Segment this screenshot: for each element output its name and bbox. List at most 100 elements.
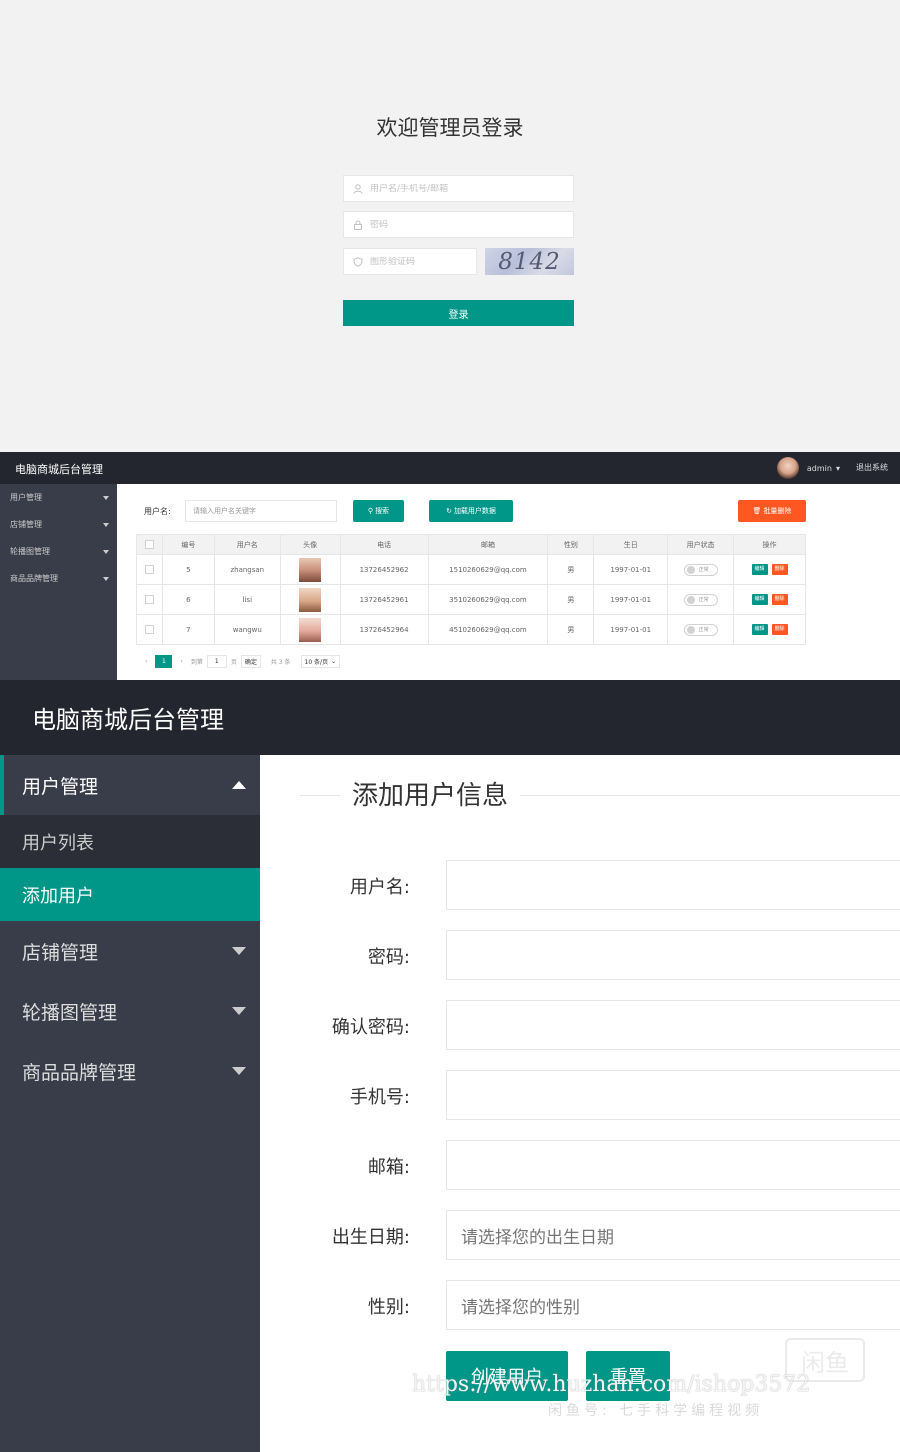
- row-select-cell[interactable]: [136, 554, 163, 585]
- gender-select[interactable]: 请选择您的性别: [446, 1280, 900, 1330]
- col-header[interactable]: 电话: [339, 534, 429, 555]
- col-header[interactable]: 性别: [547, 534, 595, 555]
- col-header[interactable]: 操作: [733, 534, 806, 555]
- table-row: 6 lisi 13726452961 3510260629@qq.com 男 1…: [136, 584, 806, 615]
- avatar: [299, 587, 322, 612]
- confirm-password-input[interactable]: [461, 1015, 881, 1035]
- username-field[interactable]: [446, 860, 900, 910]
- batch-delete-button[interactable]: 🗑 批量删除: [738, 500, 806, 522]
- sidebar-item-user-mgmt[interactable]: 用户管理: [0, 755, 260, 815]
- username-field[interactable]: [343, 175, 574, 202]
- col-header[interactable]: 头像: [279, 534, 341, 555]
- trash-icon: 🗑: [752, 507, 762, 515]
- email-field[interactable]: [446, 1140, 900, 1190]
- login-button[interactable]: 登录: [343, 300, 574, 326]
- captcha-image[interactable]: 8142: [485, 248, 574, 275]
- page-current[interactable]: 1: [155, 655, 173, 668]
- goto-input[interactable]: 1: [206, 655, 227, 668]
- row-select-cell[interactable]: [136, 584, 163, 615]
- sidebar-item-user-mgmt[interactable]: 用户管理: [0, 484, 117, 511]
- birthday-label: 出生日期:: [331, 1227, 410, 1248]
- main-content: 用户名: 请输入用户名关键字 ⚲ 搜索 ↻ 加载用户数据 🗑 批量删除 编号 用户名 …: [117, 484, 900, 680]
- col-header[interactable]: 编号: [161, 534, 215, 555]
- logout-link[interactable]: 退出系统: [856, 462, 888, 473]
- sidebar-item-add-user[interactable]: 添加用户: [0, 868, 260, 921]
- edit-button[interactable]: 编辑: [751, 594, 768, 605]
- page-size-select[interactable]: 10 条/页 ⌄: [300, 655, 341, 668]
- sidebar-item-user-list[interactable]: 用户列表: [0, 815, 260, 868]
- cell-actions: 编辑 删除: [733, 614, 806, 645]
- reload-button[interactable]: ↻ 加载用户数据: [429, 500, 513, 522]
- sidebar-item-label: 商品品牌管理: [10, 574, 58, 583]
- email-label: 邮箱:: [367, 1157, 410, 1178]
- prev-page-icon[interactable]: ‹: [145, 658, 147, 665]
- delete-button[interactable]: 删除: [771, 594, 788, 605]
- password-input[interactable]: [370, 219, 550, 230]
- username-input[interactable]: [461, 875, 881, 895]
- cell-birthday: 1997-01-01: [593, 614, 669, 645]
- chevron-down-icon: ⌄: [331, 658, 337, 665]
- birthday-picker[interactable]: 请选择您的出生日期: [446, 1210, 900, 1260]
- total-count: 共 3 条: [270, 659, 291, 666]
- phone-input[interactable]: [461, 1085, 881, 1105]
- status-toggle[interactable]: 正常: [683, 623, 718, 636]
- chevron-down-icon: [103, 576, 109, 581]
- goto-confirm-button[interactable]: 确定: [240, 655, 261, 668]
- search-input[interactable]: 请输入用户名关键字: [185, 500, 337, 522]
- col-header[interactable]: 生日: [593, 534, 669, 555]
- table-row: 7 wangwu 13726452964 4510260629@qq.com 男…: [136, 614, 806, 645]
- delete-button[interactable]: 删除: [771, 564, 788, 575]
- row-checkbox[interactable]: [144, 565, 154, 574]
- email-input[interactable]: [461, 1155, 881, 1175]
- status-text: 正常: [698, 567, 709, 573]
- search-button[interactable]: ⚲ 搜索: [353, 500, 404, 522]
- sidebar-item-shop-mgmt[interactable]: 店铺管理: [0, 511, 117, 538]
- confirm-password-field[interactable]: [446, 1000, 900, 1050]
- password-field[interactable]: [446, 930, 900, 980]
- user-icon: [352, 183, 364, 195]
- edit-button[interactable]: 编辑: [751, 624, 768, 635]
- status-text: 正常: [698, 597, 709, 603]
- next-page-icon[interactable]: ›: [180, 658, 182, 665]
- top-header: 电脑商城后台管理 admin ▾ 退出系统: [0, 452, 900, 484]
- reload-button-label: 加载用户数据: [453, 507, 496, 515]
- cell-email: 3510260629@qq.com: [427, 584, 549, 615]
- phone-field[interactable]: [446, 1070, 900, 1120]
- sidebar-item-banner-mgmt[interactable]: 轮播图管理: [0, 981, 260, 1041]
- avatar: [776, 457, 799, 479]
- cell-username: lisi: [213, 584, 281, 615]
- user-menu[interactable]: admin ▾: [776, 457, 840, 479]
- status-toggle[interactable]: 正常: [683, 593, 718, 606]
- sidebar-item-brand-mgmt[interactable]: 商品品牌管理: [0, 565, 117, 592]
- sidebar-item-brand-mgmt[interactable]: 商品品牌管理: [0, 1041, 260, 1101]
- delete-button[interactable]: 删除: [771, 624, 788, 635]
- password-input[interactable]: [461, 945, 881, 965]
- chevron-down-icon: ▾: [835, 463, 840, 473]
- cell-gender: 男: [547, 614, 595, 645]
- row-select-cell[interactable]: [136, 614, 163, 645]
- row-checkbox[interactable]: [144, 595, 154, 604]
- user-table: 编号 用户名 头像 电话 邮箱 性别 生日 用户状态 操作 5 zhangsan…: [136, 534, 806, 645]
- form-title: 添加用户信息: [340, 775, 521, 812]
- sidebar-item-banner-mgmt[interactable]: 轮播图管理: [0, 538, 117, 565]
- cell-gender: 男: [547, 554, 595, 585]
- col-header[interactable]: 用户名: [213, 534, 281, 555]
- select-all-checkbox[interactable]: [144, 540, 154, 549]
- username-input[interactable]: [370, 183, 550, 194]
- search-label: 用户名:: [144, 507, 171, 516]
- edit-button[interactable]: 编辑: [751, 564, 768, 575]
- cell-status: 正常: [667, 554, 735, 585]
- col-header[interactable]: 邮箱: [427, 534, 549, 555]
- add-user-section: 电脑商城后台管理 用户管理 用户列表 添加用户 店铺管理 轮播图管理 商品品牌管…: [0, 680, 900, 1452]
- password-field[interactable]: [343, 211, 574, 238]
- sidebar-item-shop-mgmt[interactable]: 店铺管理: [0, 921, 260, 981]
- select-all-cell[interactable]: [136, 534, 163, 555]
- username-label: 用户名:: [349, 877, 410, 898]
- col-header[interactable]: 用户状态: [667, 534, 735, 555]
- captcha-field[interactable]: [343, 248, 477, 275]
- row-checkbox[interactable]: [144, 625, 154, 634]
- status-toggle[interactable]: 正常: [683, 563, 718, 576]
- password-label: 密码:: [367, 947, 410, 968]
- cell-username: zhangsan: [213, 554, 281, 585]
- captcha-input[interactable]: [370, 256, 470, 267]
